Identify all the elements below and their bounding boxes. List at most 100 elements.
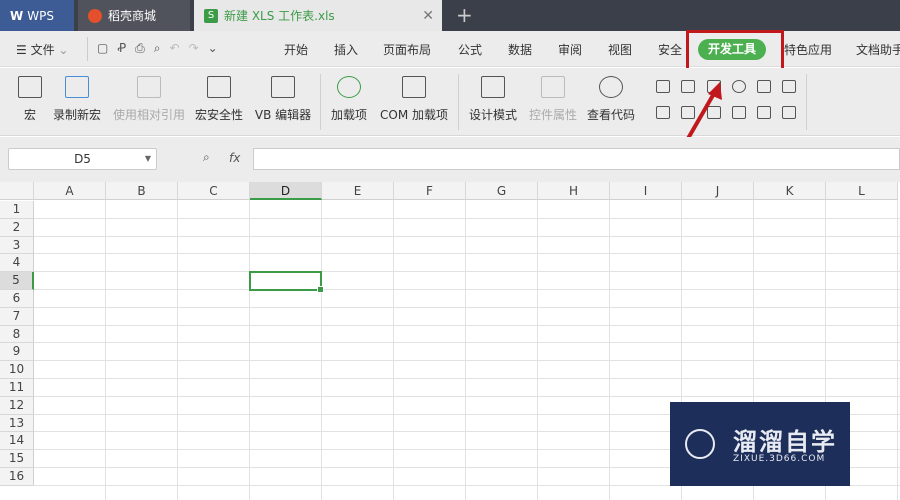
name-box[interactable]: D5 ▼ [8, 148, 157, 170]
record-icon [65, 76, 89, 98]
redo-icon[interactable]: ↷ [189, 41, 208, 55]
tab-document[interactable]: S 新建 XLS 工作表.xls ✕ [194, 0, 442, 31]
design-mode-button[interactable]: 设计模式 [468, 76, 518, 123]
column-header[interactable]: F [394, 182, 466, 200]
grid-line [465, 200, 466, 500]
radio-control-icon[interactable] [732, 80, 746, 93]
menu-security[interactable]: 安全 [658, 41, 682, 58]
combobox-control-icon[interactable] [782, 80, 796, 93]
grid-line [177, 200, 178, 500]
design-pencil-icon [481, 76, 505, 98]
addins-button[interactable]: 加载项 [330, 76, 368, 123]
column-header[interactable]: H [538, 182, 610, 200]
column-header[interactable]: C [178, 182, 250, 200]
grid-line [34, 306, 900, 308]
row-header[interactable]: 14 [0, 432, 34, 451]
vb-editor-button[interactable]: VB 编辑器 [254, 76, 312, 123]
row-header[interactable]: 10 [0, 361, 34, 379]
row-header[interactable]: 13 [0, 414, 34, 433]
checkbox-control-icon[interactable] [656, 80, 670, 93]
gear-icon [337, 76, 361, 98]
menu-page-layout[interactable]: 页面布局 [383, 41, 431, 58]
column-header[interactable]: J [682, 182, 754, 200]
ribbon: 宏 录制新宏 使用相对引用 宏安全性 VB 编辑器 加载项 COM 加载项 设计… [0, 68, 900, 136]
menu-insert[interactable]: 插入 [334, 41, 358, 58]
row-header[interactable]: 16 [0, 468, 34, 486]
row-header[interactable]: 1 [0, 201, 34, 219]
print-icon[interactable]: ⎙ [135, 41, 154, 55]
row-header[interactable]: 6 [0, 290, 34, 308]
tab-wps[interactable]: W WPS [0, 0, 74, 31]
select-all-corner[interactable] [0, 182, 34, 200]
row-header[interactable]: 12 [0, 396, 34, 415]
code-search-icon [599, 76, 623, 98]
control-properties-button[interactable]: 控件属性 [528, 76, 578, 123]
chevron-down-icon: ⌄ [54, 43, 69, 57]
macro-button[interactable]: 宏 [18, 76, 42, 123]
file-menu[interactable]: ☰ 文件 ⌄ [16, 41, 68, 58]
undo-icon[interactable]: ↶ [170, 41, 189, 55]
grid-line [34, 395, 900, 397]
menu-start[interactable]: 开始 [284, 41, 308, 58]
highlight-box [686, 30, 784, 73]
grid-line [34, 289, 900, 290]
save-icon[interactable]: ▢ [97, 41, 117, 55]
row-header[interactable]: 9 [0, 343, 34, 362]
menu-data[interactable]: 数据 [508, 41, 532, 58]
row-header[interactable]: 8 [0, 325, 34, 344]
selected-cell[interactable] [249, 271, 324, 294]
grid-line [105, 200, 106, 500]
menu-formula[interactable]: 公式 [458, 41, 482, 58]
row-header[interactable]: 11 [0, 379, 34, 397]
listbox-control-icon[interactable] [757, 80, 771, 93]
properties-icon [541, 76, 565, 98]
label-control-icon[interactable] [732, 106, 746, 119]
column-header[interactable]: I [610, 182, 682, 200]
formula-input[interactable] [253, 148, 900, 170]
image-control-icon[interactable] [757, 106, 771, 119]
row-header[interactable]: 5 [0, 272, 34, 290]
toggle-control-icon[interactable] [656, 106, 670, 119]
row-header[interactable]: 4 [0, 254, 34, 273]
menu-special[interactable]: 特色应用 [784, 41, 832, 58]
column-header[interactable]: B [106, 182, 178, 200]
play-icon [685, 429, 715, 459]
divider [458, 74, 459, 130]
row-header[interactable]: 15 [0, 450, 34, 468]
format-painter-icon[interactable]: Ꝓ [117, 41, 135, 55]
relative-ref-button[interactable]: 使用相对引用 [112, 76, 186, 123]
relative-ref-icon [137, 76, 161, 98]
other-controls-icon[interactable] [782, 106, 796, 119]
row-header[interactable]: 3 [0, 236, 34, 255]
wps-logo-icon: W [10, 8, 24, 23]
column-header[interactable]: D [250, 182, 322, 200]
new-tab-button[interactable]: + [456, 3, 473, 27]
menu-doc-assistant[interactable]: 文档助手 [856, 41, 900, 58]
vb-editor-icon [271, 76, 295, 98]
preview-icon[interactable]: ⌕ [154, 41, 170, 55]
tab-bar: W WPS 稻壳商城 S 新建 XLS 工作表.xls ✕ + [0, 0, 900, 31]
more-icon[interactable]: ⌄ [208, 41, 227, 55]
record-macro-button[interactable]: 录制新宏 [52, 76, 102, 123]
row-header[interactable]: 2 [0, 218, 34, 237]
close-icon[interactable]: ✕ [422, 8, 434, 24]
grid-line [34, 253, 900, 255]
quick-access-toolbar: ▢Ꝓ⎙⌕↶↷⌄ [97, 41, 227, 56]
column-header[interactable]: G [466, 182, 538, 200]
menu-view[interactable]: 视图 [608, 41, 632, 58]
macro-security-button[interactable]: 宏安全性 [194, 76, 244, 123]
view-code-button[interactable]: 查看代码 [586, 76, 636, 123]
grid-line [897, 200, 898, 500]
column-header[interactable]: A [34, 182, 106, 200]
zoom-search-icon[interactable]: ⌕ [203, 150, 210, 165]
column-header[interactable]: K [754, 182, 826, 200]
fx-icon[interactable]: fx [229, 151, 240, 165]
column-header[interactable]: L [826, 182, 898, 200]
column-header[interactable]: E [322, 182, 394, 200]
menu-review[interactable]: 审阅 [558, 41, 582, 58]
tab-shop[interactable]: 稻壳商城 [78, 0, 190, 31]
com-addins-button[interactable]: COM 加载项 [378, 76, 450, 123]
grid-line [34, 342, 900, 344]
dropdown-arrow-icon[interactable]: ▼ [145, 149, 151, 169]
row-header[interactable]: 7 [0, 307, 34, 326]
